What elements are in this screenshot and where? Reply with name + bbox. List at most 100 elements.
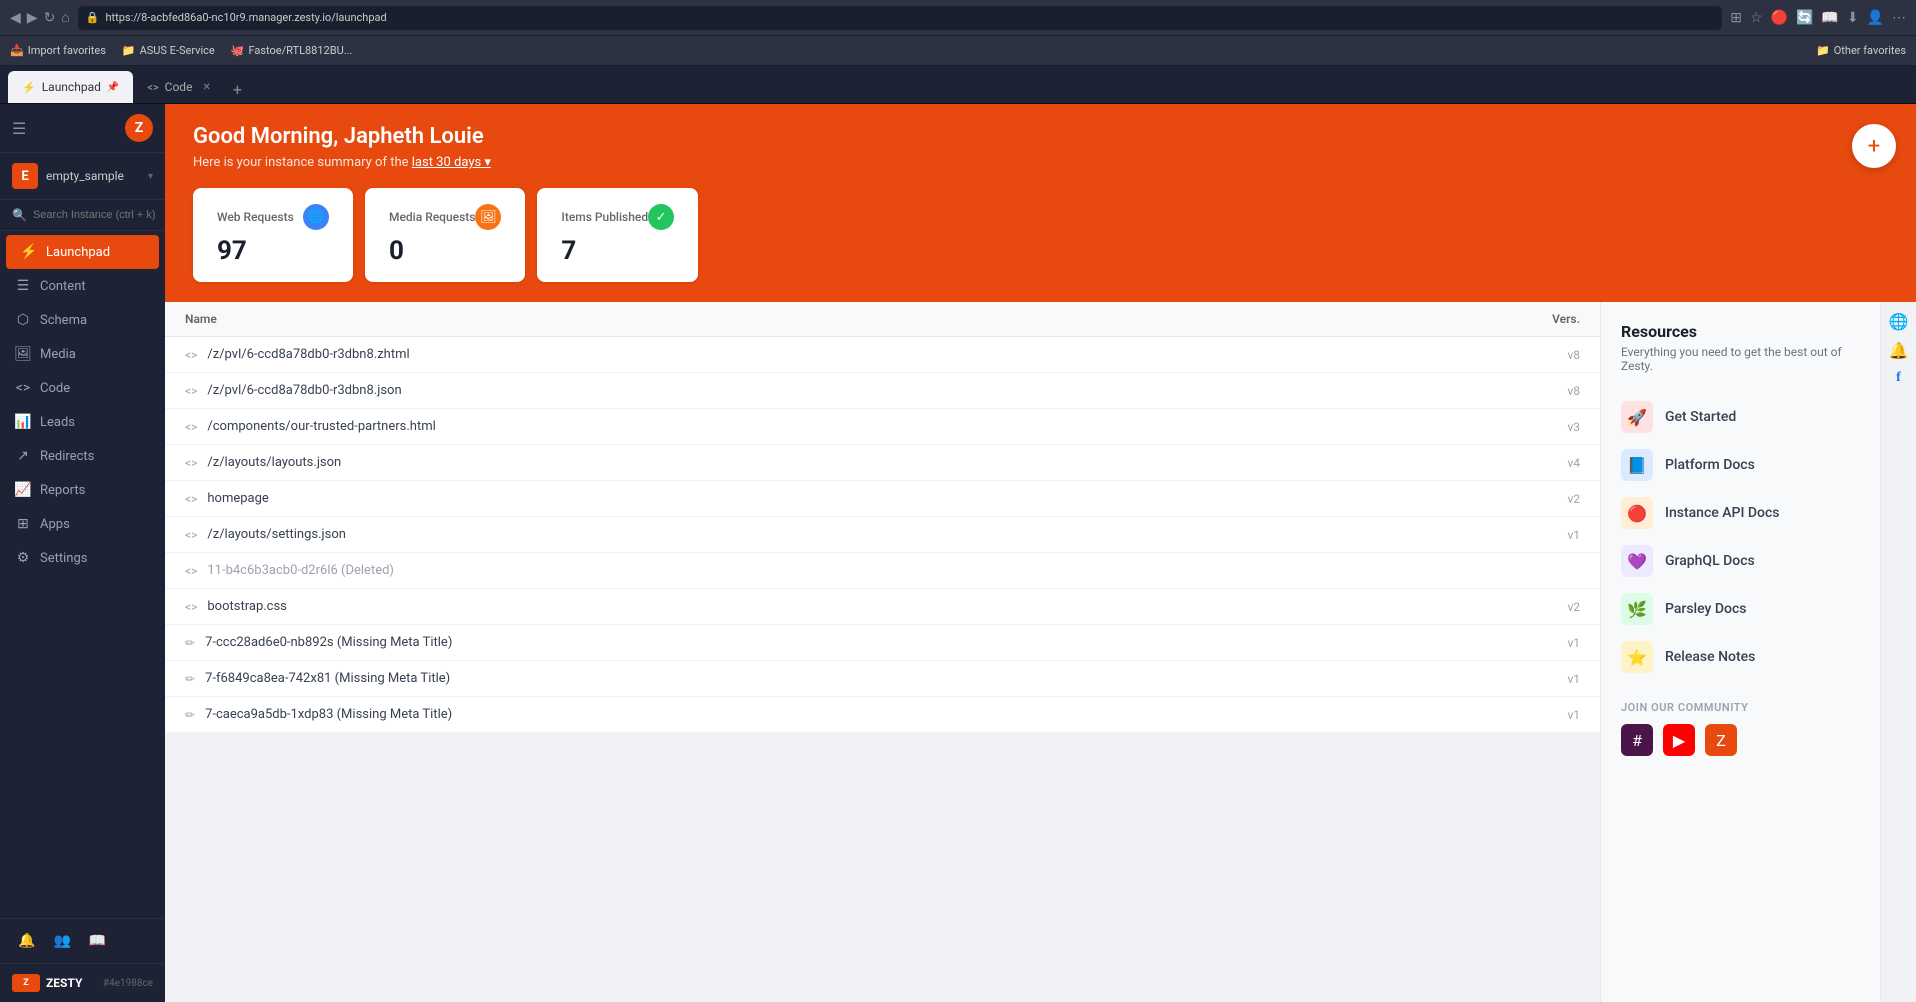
- table-row[interactable]: <> /z/layouts/settings.json v1: [165, 517, 1600, 553]
- media-nav-icon: 🖼: [14, 346, 32, 362]
- banner-period-link[interactable]: last 30 days ▾: [412, 155, 491, 170]
- sidebar-item-content[interactable]: ☰ Content: [0, 269, 165, 303]
- hamburger-menu[interactable]: ☰: [12, 119, 26, 138]
- profile-icon[interactable]: 👤: [1867, 10, 1884, 26]
- search-input[interactable]: [33, 209, 175, 221]
- sidebar-item-apps[interactable]: ⊞ Apps: [0, 507, 165, 541]
- apps-nav-icon: ⊞: [14, 516, 32, 532]
- bookmark-import-favorites[interactable]: 📥 Import favorites: [10, 44, 106, 57]
- globe-icon[interactable]: 🌐: [1889, 312, 1909, 331]
- sidebar-item-code[interactable]: <> Code: [0, 371, 165, 405]
- code-icon: <>: [185, 564, 197, 578]
- bookmark-asus[interactable]: 📁 ASUS E-Service: [122, 44, 215, 57]
- code-icon: <>: [185, 492, 197, 506]
- parsley-label: Parsley Docs: [1665, 601, 1746, 617]
- blog-icon[interactable]: Z: [1705, 724, 1737, 756]
- file-name: 7-ccc28ad6e0-nb892s (Missing Meta Title): [205, 635, 1520, 650]
- stat-value-web: 97: [217, 236, 329, 266]
- resource-get-started[interactable]: 🚀 Get Started: [1621, 393, 1860, 441]
- resource-instance-api-docs[interactable]: 🔴 Instance API Docs: [1621, 489, 1860, 537]
- sidebar-item-leads[interactable]: 📊 Leads: [0, 405, 165, 439]
- add-button[interactable]: +: [1852, 124, 1896, 168]
- instance-selector[interactable]: E empty_sample ▾: [0, 153, 165, 200]
- reports-nav-label: Reports: [40, 483, 85, 498]
- new-tab-button[interactable]: +: [225, 76, 250, 103]
- search-icon: 🔍: [12, 208, 27, 222]
- tab-bar: ⚡ Launchpad 📌 <> Code ✕ +: [0, 66, 1916, 104]
- resource-release-notes[interactable]: ⭐ Release Notes: [1621, 633, 1860, 681]
- import-icon: 📥: [10, 44, 24, 57]
- table-row[interactable]: ✏ 7-f6849ca8ea-742x81 (Missing Meta Titl…: [165, 661, 1600, 697]
- url-bar[interactable]: 🔒 https://8-acbfed86a0-nc10r9.manager.ze…: [78, 6, 1722, 30]
- resource-graphql-docs[interactable]: 💜 GraphQL Docs: [1621, 537, 1860, 585]
- sidebar-item-redirects[interactable]: ↗ Redirects: [0, 439, 165, 473]
- media-nav-label: Media: [40, 347, 76, 362]
- file-name: homepage: [207, 491, 1520, 506]
- table-row[interactable]: ✏ 7-caeca9a5db-1xdp83 (Missing Meta Titl…: [165, 697, 1600, 733]
- code-icon: <>: [185, 456, 197, 470]
- more-icon[interactable]: ⋯: [1892, 10, 1906, 26]
- import-label: Import favorites: [28, 44, 106, 57]
- sidebar-item-schema[interactable]: ⬡ Schema: [0, 303, 165, 337]
- table-row[interactable]: <> /z/pvl/6-ccd8a78db0-r3dbn8.zhtml v8: [165, 337, 1600, 373]
- home-button[interactable]: ⌂: [61, 9, 69, 26]
- banner: Good Morning, Japheth Louie Here is your…: [165, 104, 1916, 302]
- sidebar-header: ☰ Z: [0, 104, 165, 153]
- table-row[interactable]: <> /components/our-trusted-partners.html…: [165, 409, 1600, 445]
- table-row[interactable]: ✏ 7-ccc28ad6e0-nb892s (Missing Meta Titl…: [165, 625, 1600, 661]
- sidebar: ☰ Z E empty_sample ▾ 🔍 ⚡ Launchpad ☰ Con…: [0, 104, 165, 1002]
- redirects-nav-label: Redirects: [40, 449, 94, 464]
- edit-icon: ✏: [185, 636, 195, 650]
- bell-icon[interactable]: 🔔: [1889, 341, 1909, 360]
- right-mini-bar: 🌐 🔔 f: [1880, 302, 1916, 1002]
- download-icon[interactable]: ⬇: [1847, 10, 1859, 26]
- release-notes-icon: ⭐: [1621, 641, 1653, 673]
- bookmark-other-favorites[interactable]: 📁 Other favorites: [1816, 44, 1906, 57]
- sidebar-item-media[interactable]: 🖼 Media: [0, 337, 165, 371]
- refresh-icon[interactable]: 🔄: [1796, 10, 1813, 26]
- tab-code[interactable]: <> Code ✕: [133, 71, 225, 103]
- bookmark-icon[interactable]: ☆: [1750, 10, 1763, 26]
- forward-button[interactable]: ▶: [27, 10, 38, 26]
- launchpad-tab-icon: ⚡: [22, 81, 36, 94]
- sidebar-item-reports[interactable]: 📈 Reports: [0, 473, 165, 507]
- asus-label: ASUS E-Service: [140, 44, 215, 57]
- back-button[interactable]: ◀: [10, 10, 21, 26]
- file-vers: v3: [1520, 420, 1580, 434]
- facebook-icon[interactable]: f: [1896, 370, 1901, 386]
- reload-button[interactable]: ↻: [44, 10, 56, 26]
- reader-mode-icon[interactable]: 📖: [1821, 10, 1838, 26]
- browser-nav: ◀ ▶ ↻ ⌂: [10, 9, 70, 26]
- table-row[interactable]: <> bootstrap.css v2: [165, 589, 1600, 625]
- notification-icon[interactable]: 🔔: [12, 927, 41, 955]
- launchpad-nav-icon: ⚡: [20, 244, 38, 260]
- resource-parsley-docs[interactable]: 🌿 Parsley Docs: [1621, 585, 1860, 633]
- help-icon[interactable]: 📖: [83, 927, 112, 955]
- launchpad-pin-icon[interactable]: 📌: [107, 82, 119, 93]
- table-row[interactable]: <> /z/pvl/6-ccd8a78db0-r3dbn8.json v8: [165, 373, 1600, 409]
- zesty-ext-icon[interactable]: 🔴: [1771, 10, 1788, 26]
- youtube-icon[interactable]: ▶: [1663, 724, 1695, 756]
- slack-icon[interactable]: #: [1621, 724, 1653, 756]
- code-tab-close[interactable]: ✕: [202, 82, 210, 93]
- sidebar-item-settings[interactable]: ⚙ Settings: [0, 541, 165, 575]
- code-icon: <>: [185, 348, 197, 362]
- browser-actions: ⊞ ☆ 🔴 🔄 📖 ⬇ 👤 ⋯: [1730, 10, 1906, 26]
- table-row[interactable]: <> 11-b4c6b3acb0-d2r6l6 (Deleted): [165, 553, 1600, 589]
- stat-label-media: Media Requests: [389, 210, 475, 224]
- users-icon[interactable]: 👥: [47, 927, 76, 955]
- extensions-icon[interactable]: ⊞: [1730, 10, 1742, 26]
- get-started-label: Get Started: [1665, 409, 1736, 425]
- table-row[interactable]: <> /z/layouts/layouts.json v4: [165, 445, 1600, 481]
- search-box[interactable]: 🔍: [0, 200, 165, 231]
- sidebar-item-launchpad[interactable]: ⚡ Launchpad: [6, 235, 159, 269]
- resource-platform-docs[interactable]: 📘 Platform Docs: [1621, 441, 1860, 489]
- url-text: https://8-acbfed86a0-nc10r9.manager.zest…: [105, 11, 386, 24]
- table-row[interactable]: <> homepage v2: [165, 481, 1600, 517]
- community-section: JOIN OUR COMMUNITY # ▶ Z: [1621, 701, 1860, 756]
- code-nav-icon: <>: [14, 380, 32, 396]
- tab-launchpad[interactable]: ⚡ Launchpad 📌: [8, 71, 133, 103]
- file-name: 11-b4c6b3acb0-d2r6l6 (Deleted): [207, 563, 1520, 578]
- file-vers: v1: [1520, 672, 1580, 686]
- bookmark-fastoe[interactable]: 🐙 Fastoe/RTL8812BU...: [231, 44, 353, 57]
